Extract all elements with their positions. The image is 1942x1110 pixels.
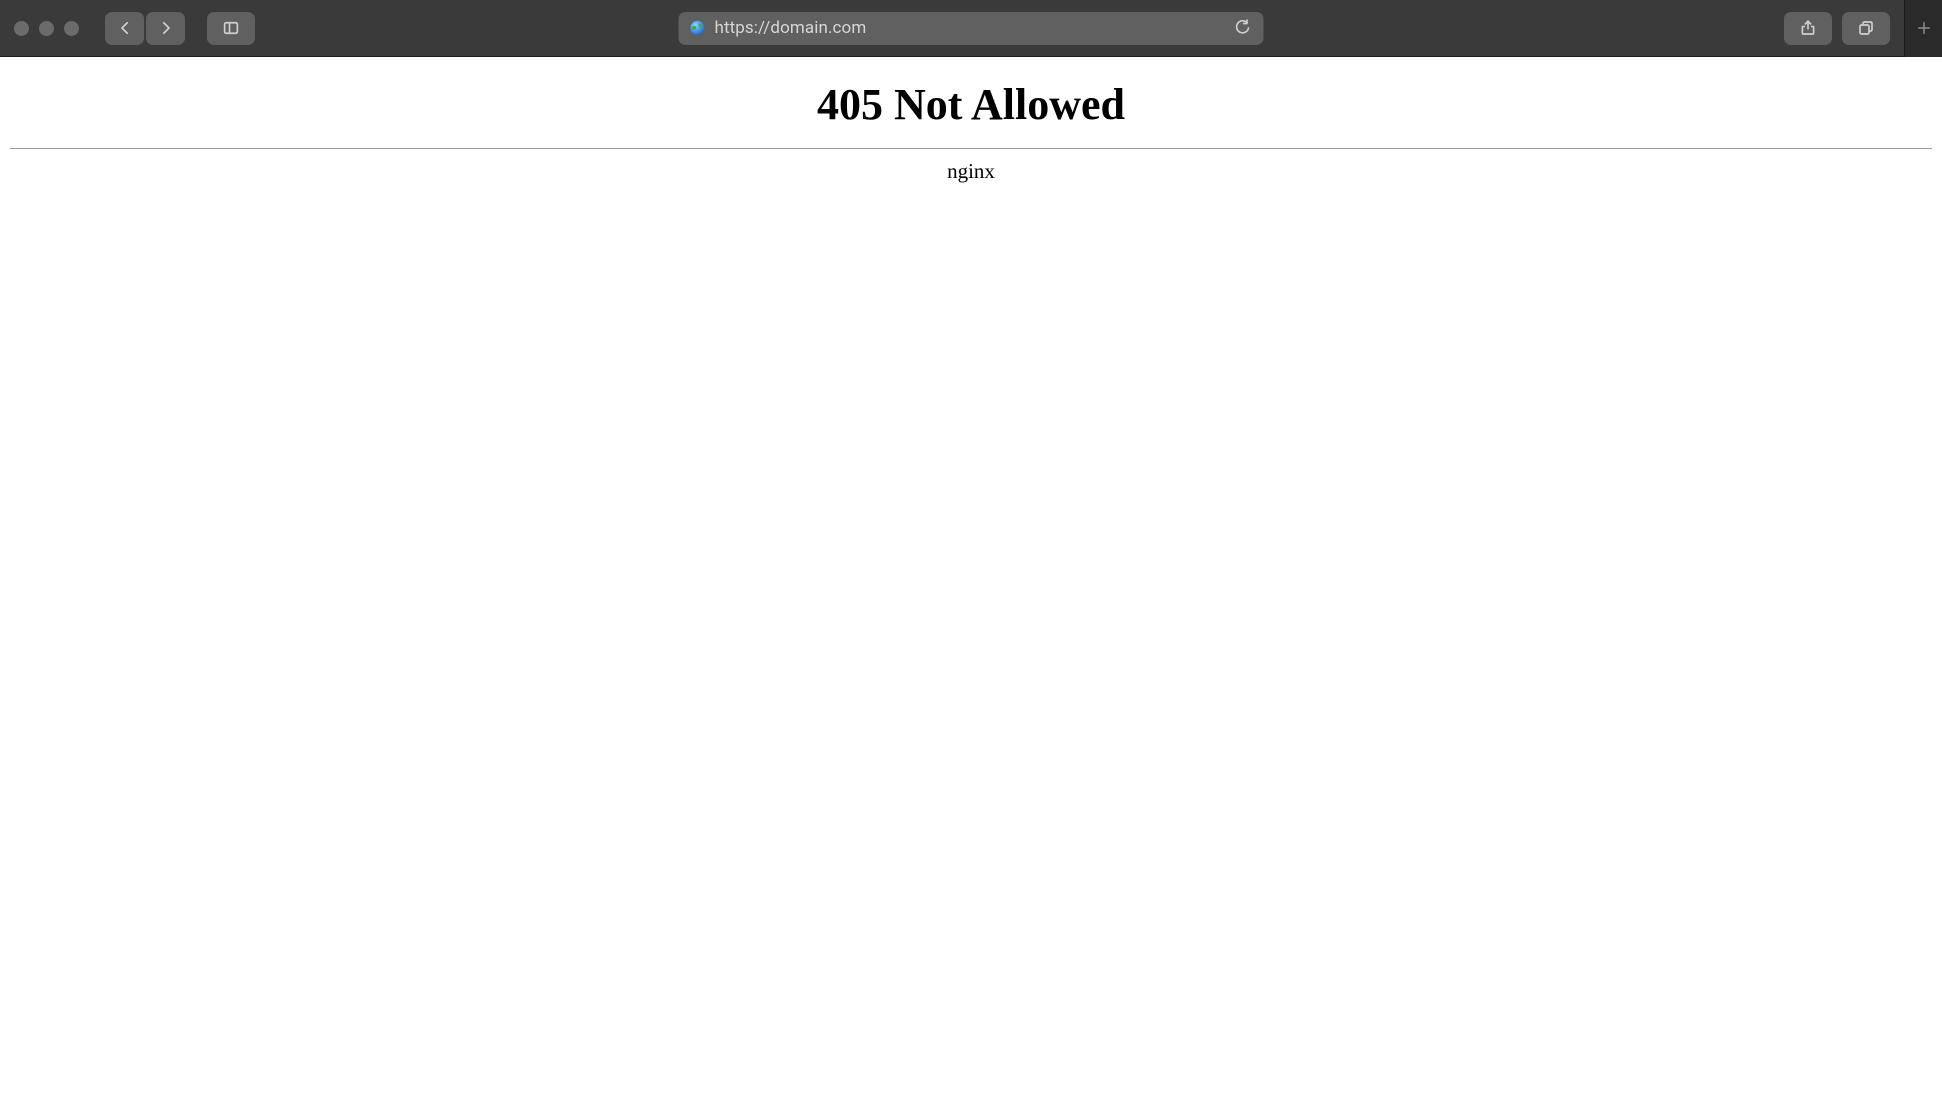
browser-toolbar: https://domain.com (0, 0, 1942, 57)
reload-icon (1234, 19, 1252, 37)
address-bar[interactable]: https://domain.com (679, 12, 1264, 45)
back-button[interactable] (105, 12, 144, 45)
error-title: 405 Not Allowed (10, 79, 1932, 130)
chevron-right-icon (157, 19, 175, 37)
chevron-left-icon (116, 19, 134, 37)
nav-button-group (105, 12, 185, 45)
plus-icon (1915, 19, 1933, 37)
new-tab-button[interactable] (1904, 0, 1942, 57)
globe-icon (689, 19, 707, 37)
show-tabs-button[interactable] (1842, 12, 1890, 45)
sidebar-icon (222, 19, 240, 37)
page-content: 405 Not Allowed nginx (0, 57, 1942, 1110)
server-name: nginx (10, 159, 1932, 184)
minimize-window-button[interactable] (39, 21, 54, 36)
zoom-window-button[interactable] (64, 21, 79, 36)
show-sidebar-button[interactable] (207, 12, 255, 45)
right-toolbar-group (1784, 0, 1928, 57)
tabs-icon (1857, 19, 1875, 37)
close-window-button[interactable] (14, 21, 29, 36)
url-text[interactable]: https://domain.com (715, 18, 1224, 38)
share-icon (1799, 19, 1817, 37)
forward-button[interactable] (146, 12, 185, 45)
reload-button[interactable] (1232, 17, 1254, 39)
window-controls (14, 21, 79, 36)
divider (10, 148, 1932, 149)
share-button[interactable] (1784, 12, 1832, 45)
browser-window: https://domain.com (0, 0, 1942, 1110)
